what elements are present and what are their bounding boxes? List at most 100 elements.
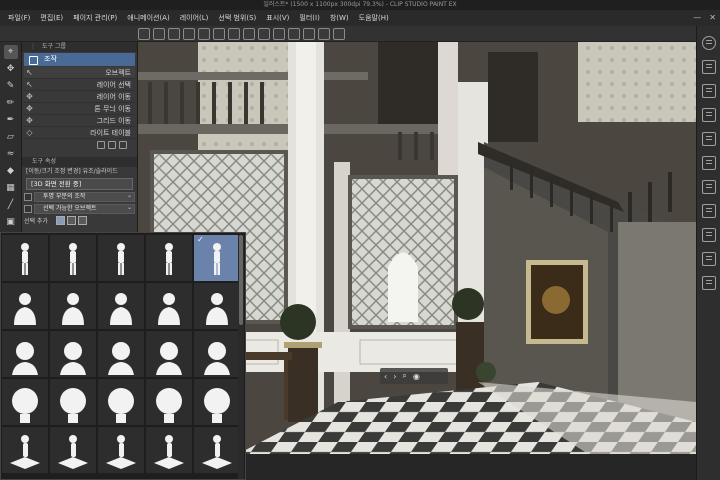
crop-icon[interactable] [288,28,300,40]
menu-help[interactable]: 도움말(H) [355,11,393,25]
menu-animation[interactable]: 애니메이션(A) [123,11,173,25]
blend-tool-icon[interactable]: ≈ [4,147,18,161]
pen-tool-icon[interactable]: ✎ [4,79,18,93]
selection-add-swatch-2[interactable] [67,216,76,225]
pose-thumbnail[interactable] [50,235,96,281]
pose-thumbnail[interactable] [194,331,240,377]
sub-tool-layer-select[interactable]: ↖ 레이어 선택 [24,79,135,91]
panel-history-icon[interactable] [701,132,716,146]
sub-tool-grid-move[interactable]: ✥ 그리드 이동 [24,115,135,127]
sub-tool-light-table[interactable]: ◇ 라이트 테이블 [24,127,135,139]
selectable-object-dropdown[interactable]: 선택 가능한 오브젝트 [34,203,135,214]
pose-thumbnail[interactable] [146,235,192,281]
sub-tool-tone-move[interactable]: ✥ 톤 무늬 이동 [24,103,135,115]
pose-thumbnail[interactable] [194,379,240,425]
open-file-icon[interactable] [168,28,180,40]
pose-thumbnail[interactable] [2,331,48,377]
clip-studio-icon[interactable] [138,28,150,40]
pose-figure-icon [117,243,125,275]
panel-search-icon[interactable] [701,252,716,266]
chevron-left-icon[interactable]: ‹ [384,372,387,381]
selection-add-swatch[interactable] [56,216,65,225]
copy-sub-tool-icon[interactable] [108,141,116,149]
redo-icon[interactable] [213,28,225,40]
pose-thumbnail[interactable] [98,283,144,329]
invert-selection-icon[interactable] [273,28,285,40]
menu-view[interactable]: 표시(V) [262,11,293,25]
new-sub-tool-icon[interactable] [97,141,105,149]
ruler-snap-icon[interactable] [303,28,315,40]
pose-thumbnail[interactable] [146,427,192,473]
navigator-icon[interactable] [701,36,716,50]
pose-thumbnail[interactable] [50,379,96,425]
pose-thumbnail[interactable] [146,331,192,377]
pose-figure-icon [106,435,136,469]
pose-thumbnail[interactable] [50,331,96,377]
sub-tool-object[interactable]: ↖ 오브젝트 [24,67,135,79]
move-tool-icon[interactable]: ✥ [4,62,18,76]
menu-window[interactable]: 창(W) [326,11,353,25]
pose-thumbnail[interactable] [98,331,144,377]
fill-tool-icon[interactable]: ◆ [4,164,18,178]
zoom-icon[interactable]: ⌕ [402,371,406,381]
transparent-operation-checkbox[interactable] [24,192,32,201]
pose-thumbnail[interactable] [98,427,144,473]
selected-tool-label[interactable]: 조작 [24,53,135,66]
pose-thumbnail[interactable] [2,427,48,473]
brush-tool-icon[interactable]: ✒ [4,113,18,127]
pose-thumbnail[interactable] [146,283,192,329]
pose-scrollbar[interactable] [238,235,244,479]
grid-snap-icon[interactable] [318,28,330,40]
menu-filter[interactable]: 필터(I) [295,11,323,25]
sub-tool-layer-move[interactable]: ✥ 레이어 이동 [24,91,135,103]
panel-auto-action-icon[interactable] [701,276,716,290]
selection-add-label: 선택 추가 [24,218,48,225]
panel-color-icon[interactable] [701,108,716,122]
pencil-tool-icon[interactable]: ✏ [4,96,18,110]
frame-tool-icon[interactable]: ▣ [4,215,18,229]
menu-page[interactable]: 페이지 관리(P) [69,11,121,25]
pose-thumbnail[interactable] [98,235,144,281]
pose-thumbnail[interactable] [50,283,96,329]
scroll-thumb[interactable] [239,235,243,325]
menu-edit[interactable]: 편집(E) [36,11,67,25]
operation-tool-icon[interactable]: ⌖ [3,45,18,59]
transparent-operation-dropdown[interactable]: 투명 부분의 조작 [34,191,135,202]
panel-sub-view-icon[interactable] [701,180,716,194]
pose-thumbnail[interactable] [146,379,192,425]
minimize-icon[interactable]: — [693,10,701,26]
gradient-tool-icon[interactable]: ▦ [4,181,18,195]
pose-thumbnail[interactable] [2,235,48,281]
panel-info-icon[interactable] [701,228,716,242]
transform-icon[interactable] [243,28,255,40]
new-file-icon[interactable] [153,28,165,40]
undo-icon[interactable] [198,28,210,40]
save-icon[interactable] [183,28,195,40]
menu-file[interactable]: 파일(F) [4,11,34,25]
pose-thumbnail[interactable] [194,283,240,329]
deselect-icon[interactable] [258,28,270,40]
selectable-object-checkbox[interactable] [24,204,32,213]
pose-thumbnail[interactable] [50,427,96,473]
pose-thumbnail[interactable] [2,283,48,329]
pose-thumbnail[interactable] [98,379,144,425]
panel-materials-icon[interactable] [701,84,716,98]
eraser-tool-icon[interactable]: ▱ [4,130,18,144]
move-icon: ✥ [26,104,33,113]
menu-layer[interactable]: 레이어(L) [176,11,213,25]
delete-sub-tool-icon[interactable] [119,141,127,149]
pose-thumbnail[interactable] [2,379,48,425]
panel-layers-icon[interactable] [701,60,716,74]
figure-tool-icon[interactable]: ╱ [4,198,18,212]
chevron-right-icon[interactable]: › [393,372,396,381]
selection-add-swatch-3[interactable] [78,216,87,225]
close-icon[interactable]: ✕ [709,10,716,26]
clear-icon[interactable] [228,28,240,40]
panel-property-icon[interactable] [701,156,716,170]
camera-icon[interactable]: ◉ [413,372,420,381]
pose-thumbnail[interactable]: ✓ [194,235,240,281]
special-ruler-snap-icon[interactable] [333,28,345,40]
pose-thumbnail[interactable] [194,427,240,473]
menu-selection[interactable]: 선택 범위(S) [214,11,260,25]
panel-palette-icon[interactable] [701,204,716,218]
